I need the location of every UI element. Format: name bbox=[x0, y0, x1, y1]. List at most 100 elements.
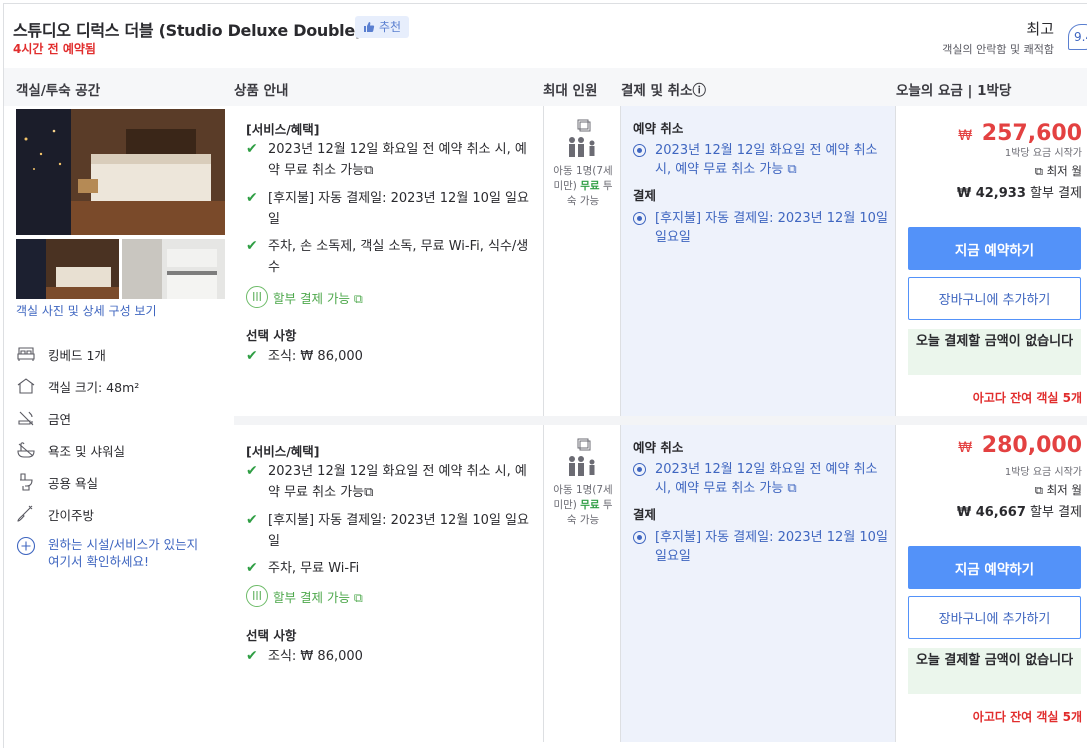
cancellation-info: 예약 취소 2023년 12월 12일 화요일 전 예약 취소 시, 예약 무료… bbox=[621, 106, 896, 416]
occupancy-text: 아동 1명(7세 미만) 무료 투숙 가능 bbox=[553, 484, 613, 526]
product-info: [서비스/혜택] ✔ 2023년 12월 12일 화요일 전 예약 취소 시, 예… bbox=[234, 425, 544, 742]
pay-policy: [후지불] 자동 결제일: 2023년 12월 10일 일요일 bbox=[633, 209, 888, 247]
price: ₩ 280,000 bbox=[958, 433, 1082, 458]
add-to-cart-button[interactable]: 장바구니에 추가하기 bbox=[908, 596, 1081, 639]
check-icon: ✔ bbox=[246, 190, 258, 206]
col-price: 오늘의 요금 | 1박당 bbox=[896, 83, 1012, 99]
plus-circle-icon bbox=[16, 536, 36, 556]
occupancy-info: 아동 1명(7세 미만) 무료 투숙 가능 bbox=[544, 106, 621, 416]
recommend-badge[interactable]: 추천 bbox=[355, 16, 410, 38]
room-info-column: 객실 사진 및 상세 구성 보기 킹베드 1개 객실 크기: 48m² 금연 욕… bbox=[4, 106, 232, 749]
bullet-icon bbox=[633, 463, 646, 476]
offer-divider bbox=[234, 416, 1087, 425]
occupancy-text: 아동 1명(7세 미만) 무료 투숙 가능 bbox=[553, 165, 613, 207]
bed-icon bbox=[17, 347, 35, 361]
option-item: ✔ 조식: ₩ 86,000 bbox=[246, 646, 536, 667]
no-smoking-icon bbox=[18, 411, 34, 426]
cancel-title: 예약 취소 bbox=[633, 121, 684, 136]
benefit-item: ✔ 2023년 12월 12일 화요일 전 예약 취소 시, 예약 무료 취소 가… bbox=[246, 461, 536, 503]
pay-title: 결제 bbox=[633, 507, 657, 522]
amenity-room-size: 객실 크기: 48m² bbox=[16, 376, 139, 396]
score-subtitle: 객실의 안락함 및 쾌적함 bbox=[942, 43, 1054, 56]
options-title: 선택 사항 bbox=[246, 628, 297, 643]
room-photo-main[interactable] bbox=[16, 109, 225, 235]
booked-note: 4시간 전 예약됨 bbox=[13, 42, 96, 56]
price-note: 1박당 요금 시작가 bbox=[1004, 148, 1082, 159]
product-info: [서비스/혜택] ✔ 2023년 12월 12일 화요일 전 예약 취소 시, 예… bbox=[234, 106, 544, 416]
add-to-cart-button[interactable]: 장바구니에 추가하기 bbox=[908, 277, 1081, 320]
bullet-icon bbox=[633, 144, 646, 157]
price-info: ₩ 257,600 1박당 요금 시작가 ⧉ 최저 월 ₩ 42,933 할부 … bbox=[896, 106, 1087, 416]
pay-title: 결제 bbox=[633, 188, 657, 203]
benefit-item: ✔ [후지불] 자동 결제일: 2023년 12월 10일 일요일 bbox=[246, 188, 536, 230]
rate-offer-2: [서비스/혜택] ✔ 2023년 12월 12일 화요일 전 예약 취소 시, 예… bbox=[234, 425, 1087, 742]
occupancy-info: 아동 1명(7세 미만) 무료 투숙 가능 bbox=[544, 425, 621, 742]
installment-label: ⧉ 최저 월 bbox=[1034, 164, 1082, 178]
amenity-shared-bath: 공용 욕실 bbox=[16, 472, 98, 492]
installment-amount: ₩ 46,667 할부 결제 bbox=[956, 505, 1082, 520]
amenity-no-smoking: 금연 bbox=[16, 408, 71, 428]
room-photo-thumb-1[interactable] bbox=[16, 239, 119, 299]
amenity-kitchen: 간이주방 bbox=[16, 504, 94, 524]
house-icon bbox=[17, 378, 35, 394]
amenity-bed: 킹베드 1개 bbox=[16, 344, 106, 364]
check-icon: ✔ bbox=[246, 560, 258, 576]
shared-bath-icon bbox=[20, 473, 33, 491]
occupancy-icon bbox=[569, 438, 595, 476]
score-bubble: 9.4 bbox=[1068, 24, 1087, 50]
column-headers: 객실/투숙 공간 상품 안내 최대 인원 결제 및 취소ⓘ 오늘의 요금 | 1… bbox=[4, 68, 1087, 106]
price: ₩ 257,600 bbox=[958, 121, 1082, 146]
rooms-left: 아고다 잔여 객실 5개 bbox=[972, 710, 1082, 724]
rooms-left: 아고다 잔여 객실 5개 bbox=[972, 391, 1082, 405]
installment-icon: ||| bbox=[246, 286, 268, 308]
price-info: ₩ 280,000 1박당 요금 시작가 ⧉ 최저 월 ₩ 46,667 할부 … bbox=[896, 425, 1087, 742]
cancel-title: 예약 취소 bbox=[633, 440, 684, 455]
installment-amount: ₩ 42,933 할부 결제 bbox=[956, 186, 1082, 201]
benefit-item: ✔ 주차, 손 소독제, 객실 소독, 무료 Wi-Fi, 식수/생수 bbox=[246, 236, 536, 278]
check-icon: ✔ bbox=[246, 238, 258, 254]
installment-available[interactable]: ||| 할부 결제 가능 ⧉ bbox=[246, 286, 363, 308]
score-word: 최고 bbox=[1026, 20, 1054, 38]
benefits-title: [서비스/혜택] bbox=[246, 444, 320, 459]
option-item: ✔ 조식: ₩ 86,000 bbox=[246, 346, 536, 367]
cancel-policy[interactable]: 2023년 12월 12일 화요일 전 예약 취소 시, 예약 무료 취소 가능… bbox=[633, 141, 888, 179]
col-product: 상품 안내 bbox=[234, 83, 289, 99]
room-photo-thumb-2[interactable] bbox=[122, 239, 225, 299]
installment-available[interactable]: ||| 할부 결제 가능 ⧉ bbox=[246, 585, 363, 607]
room-title: 스튜디오 디럭스 더블 (Studio Deluxe Double) bbox=[13, 21, 362, 40]
no-payment-today: 오늘 결제할 금액이 없습니다 bbox=[908, 648, 1081, 694]
benefits-title: [서비스/혜택] bbox=[246, 122, 320, 137]
check-icon: ✔ bbox=[246, 463, 258, 479]
room-photos-link[interactable]: 객실 사진 및 상세 구성 보기 bbox=[16, 302, 157, 319]
check-icon: ✔ bbox=[246, 648, 258, 664]
bullet-icon bbox=[633, 212, 646, 225]
recommend-label: 추천 bbox=[379, 20, 402, 34]
amenity-bath: 욕조 및 샤워실 bbox=[16, 440, 125, 460]
options-title: 선택 사항 bbox=[246, 328, 297, 343]
benefit-item: ✔ [후지불] 자동 결제일: 2023년 12월 10일 일요일 bbox=[246, 510, 536, 552]
check-icon: ✔ bbox=[246, 141, 258, 157]
bullet-icon bbox=[633, 531, 646, 544]
col-cancellation[interactable]: 결제 및 취소ⓘ bbox=[621, 79, 706, 99]
more-amenities-link[interactable]: 원하는 시설/서비스가 있는지 여기서 확인하세요! bbox=[16, 536, 211, 570]
book-now-button[interactable]: 지금 예약하기 bbox=[908, 227, 1081, 270]
benefit-item: ✔ 주차, 무료 Wi-Fi bbox=[246, 558, 536, 579]
installment-label: ⧉ 최저 월 bbox=[1034, 483, 1082, 497]
cancel-policy[interactable]: 2023년 12월 12일 화요일 전 예약 취소 시, 예약 무료 취소 가능… bbox=[633, 460, 888, 498]
pay-policy: [후지불] 자동 결제일: 2023년 12월 10일 일요일 bbox=[633, 528, 888, 566]
book-now-button[interactable]: 지금 예약하기 bbox=[908, 546, 1081, 589]
occupancy-icon bbox=[569, 119, 595, 157]
benefit-item: ✔ 2023년 12월 12일 화요일 전 예약 취소 시, 예약 무료 취소 가… bbox=[246, 139, 536, 181]
rate-offer-1: [서비스/혜택] ✔ 2023년 12월 12일 화요일 전 예약 취소 시, 예… bbox=[234, 106, 1087, 416]
check-icon: ✔ bbox=[246, 512, 258, 528]
cancellation-info: 예약 취소 2023년 12월 12일 화요일 전 예약 취소 시, 예약 무료… bbox=[621, 425, 896, 742]
room-header: 스튜디오 디럭스 더블 (Studio Deluxe Double) 추천 4시… bbox=[4, 4, 1087, 68]
thumbs-up-icon bbox=[364, 22, 375, 32]
col-room: 객실/투숙 공간 bbox=[16, 83, 101, 99]
room-card: 스튜디오 디럭스 더블 (Studio Deluxe Double) 추천 4시… bbox=[3, 3, 1087, 749]
no-payment-today: 오늘 결제할 금액이 없습니다 bbox=[908, 329, 1081, 375]
installment-icon: ||| bbox=[246, 585, 268, 607]
kitchen-icon bbox=[17, 505, 33, 522]
col-occupancy: 최대 인원 bbox=[543, 83, 598, 99]
bath-icon bbox=[17, 442, 35, 458]
